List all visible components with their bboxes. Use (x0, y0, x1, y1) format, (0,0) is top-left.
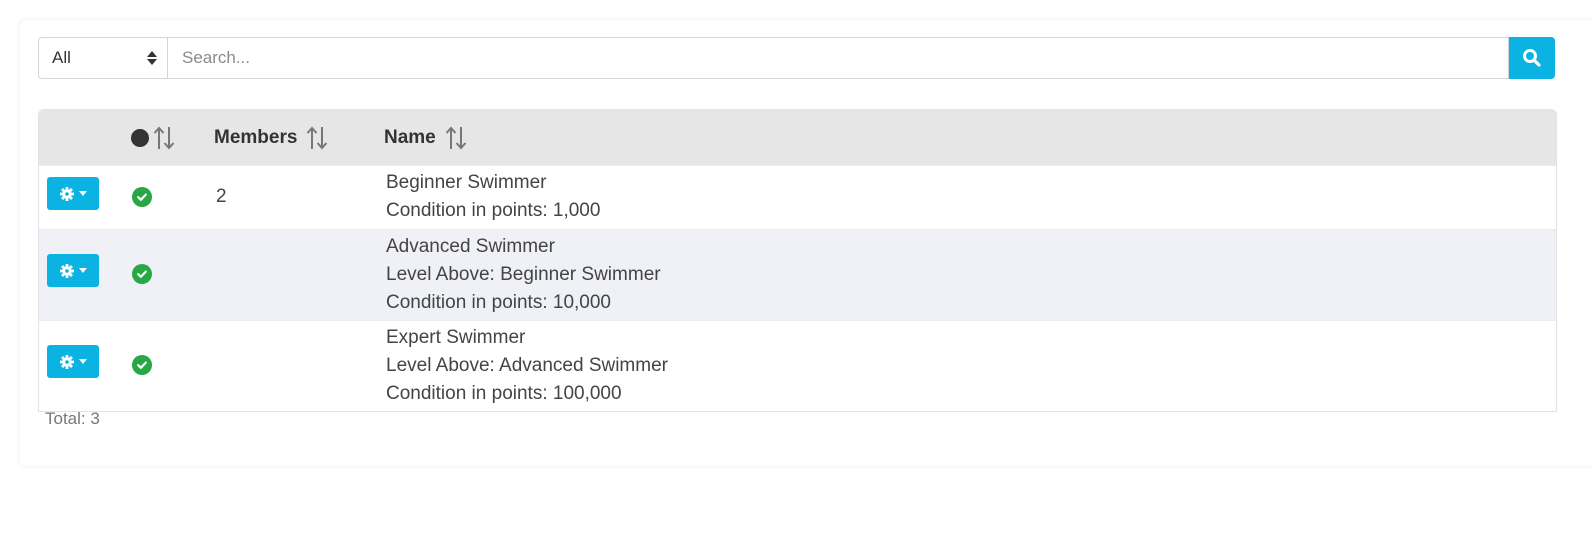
level-condition: Condition in points: 100,000 (386, 383, 622, 404)
search-bar: All (38, 37, 1555, 79)
name-cell: Advanced Swimmer Level Above: Beginner S… (386, 233, 661, 317)
table-row: Advanced Swimmer Level Above: Beginner S… (39, 229, 1556, 320)
check-circle-icon (132, 187, 152, 207)
table-row: 2 Beginner Swimmer Condition in points: … (39, 165, 1556, 229)
level-above: Level Above: Beginner Swimmer (386, 264, 661, 285)
name-cell: Expert Swimmer Level Above: Advanced Swi… (386, 324, 668, 408)
members-count: 2 (216, 186, 227, 207)
gear-icon (59, 354, 74, 369)
sort-icon[interactable] (444, 125, 468, 151)
check-circle-icon (132, 355, 152, 375)
level-above: Level Above: Advanced Swimmer (386, 355, 668, 376)
name-column-header[interactable]: Name (384, 110, 468, 165)
select-arrows-icon (147, 51, 157, 65)
total-count: Total: 3 (45, 409, 100, 428)
row-actions-button[interactable] (47, 177, 99, 210)
row-actions-button[interactable] (47, 254, 99, 287)
sort-icon[interactable] (152, 125, 176, 151)
gear-icon (59, 186, 74, 201)
level-condition: Condition in points: 1,000 (386, 200, 601, 221)
chevron-down-icon (78, 359, 87, 364)
level-condition: Condition in points: 10,000 (386, 292, 611, 313)
table-header: Members Name (39, 110, 1556, 165)
name-cell: Beginner Swimmer Condition in points: 1,… (386, 169, 600, 225)
search-input[interactable] (168, 37, 1509, 79)
level-name: Expert Swimmer (386, 327, 526, 348)
sort-icon[interactable] (305, 125, 329, 151)
gear-icon (59, 263, 74, 278)
filter-select[interactable]: All (38, 37, 168, 79)
levels-table: Members Name 2 Beginner Swimmer Conditio… (38, 109, 1557, 412)
check-circle-icon (132, 264, 152, 284)
chevron-down-icon (78, 191, 87, 196)
members-header-label: Members (214, 126, 298, 148)
row-actions-button[interactable] (47, 345, 99, 378)
chevron-down-icon (78, 268, 87, 273)
level-name: Beginner Swimmer (386, 172, 547, 193)
level-name: Advanced Swimmer (386, 236, 555, 257)
search-icon (1523, 49, 1541, 67)
name-header-label: Name (384, 126, 436, 148)
panel-card: All Members (20, 20, 1592, 466)
table-row: Expert Swimmer Level Above: Advanced Swi… (39, 320, 1556, 411)
status-dot-icon (131, 128, 149, 147)
members-column-header[interactable]: Members (214, 110, 329, 165)
filter-select-value: All (52, 48, 71, 67)
status-column-header[interactable] (131, 110, 176, 165)
search-button[interactable] (1509, 37, 1555, 79)
